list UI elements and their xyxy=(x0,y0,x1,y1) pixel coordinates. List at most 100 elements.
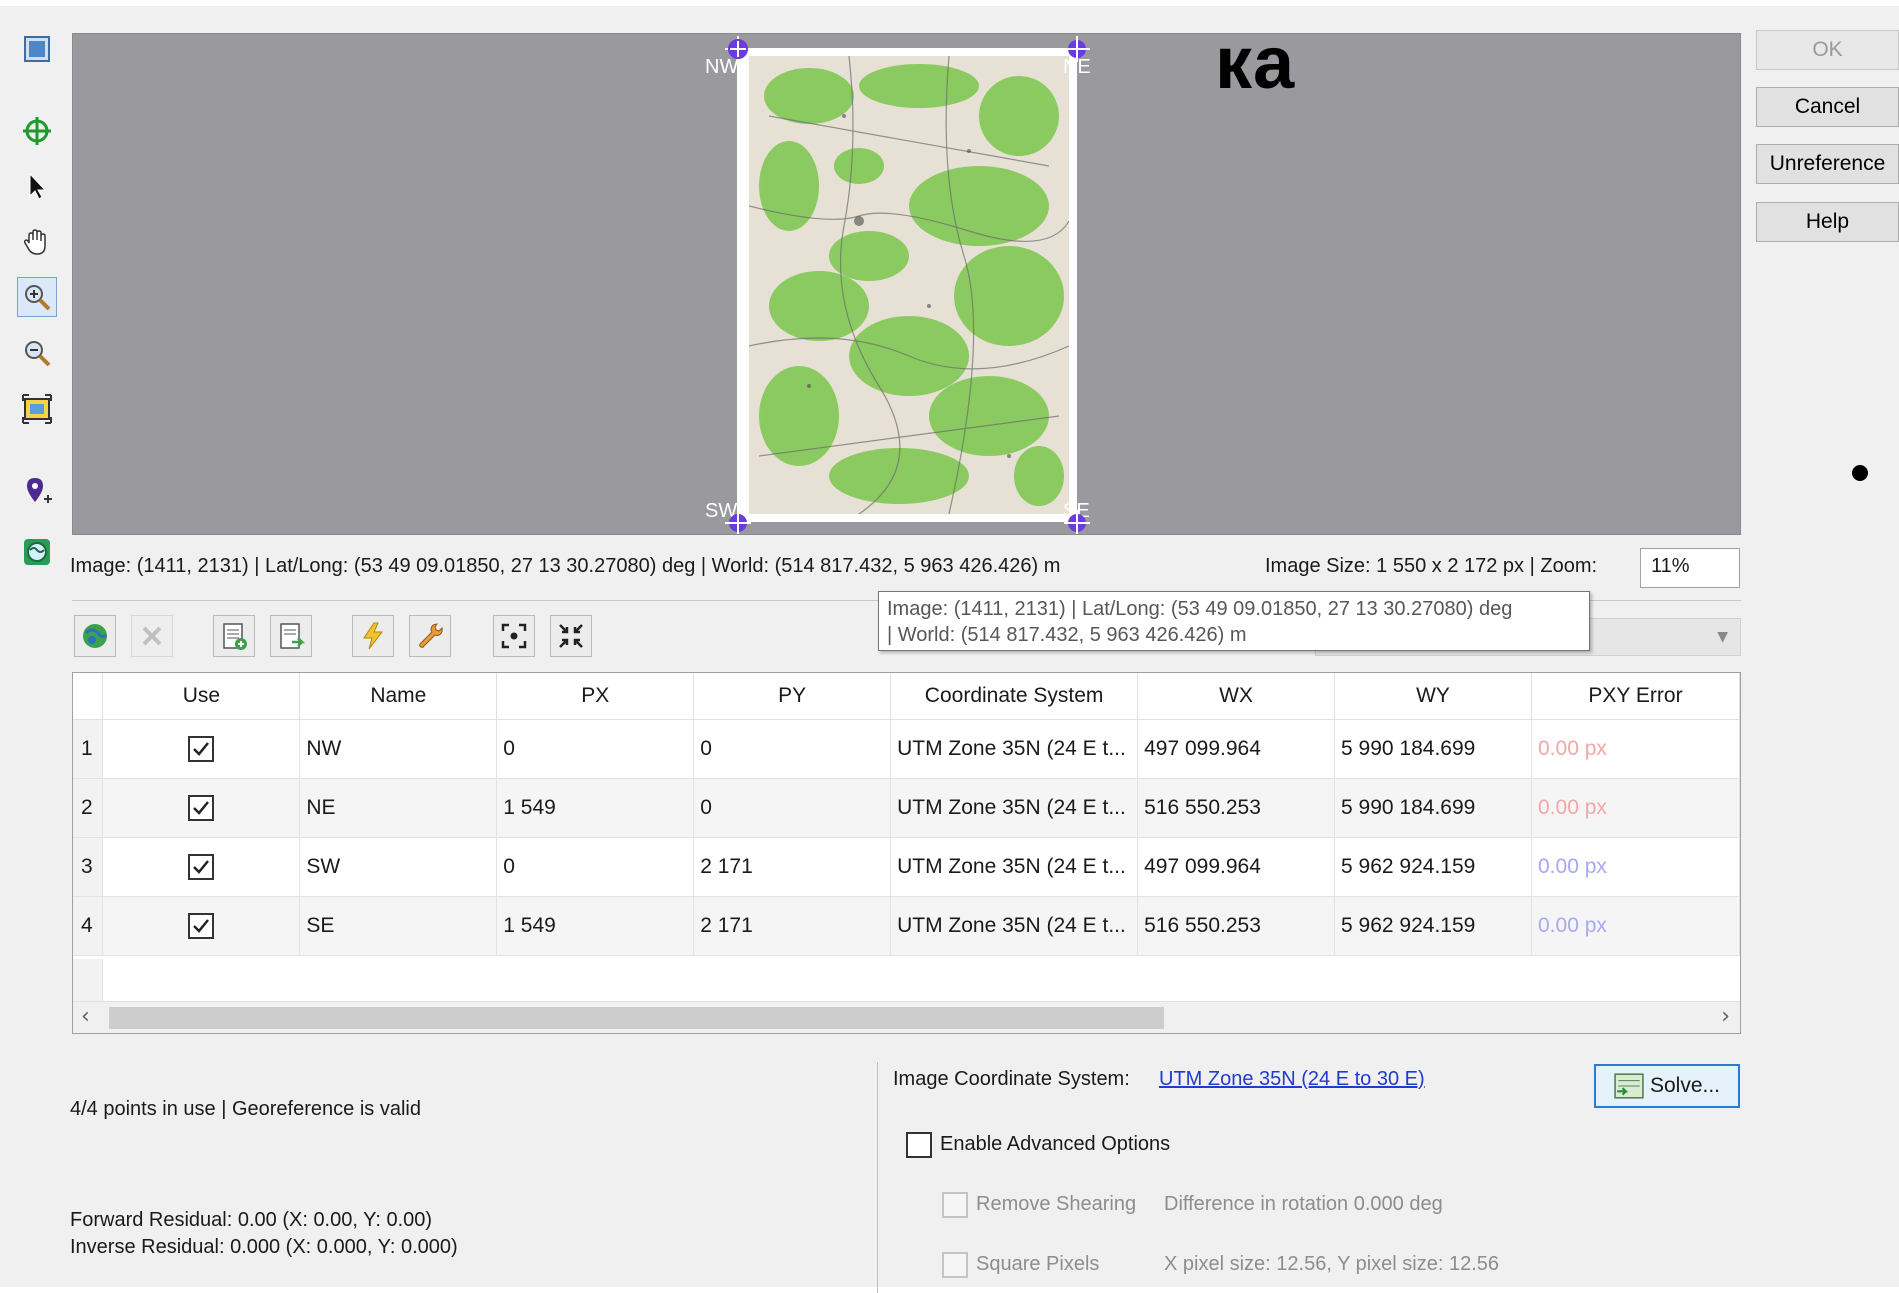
crosshair-icon xyxy=(23,117,51,145)
name-cell[interactable]: SW xyxy=(299,837,498,897)
horizontal-scrollbar[interactable]: ‹ › xyxy=(73,1001,1740,1033)
name-cell[interactable]: NE xyxy=(299,778,498,838)
wx-cell[interactable]: 497 099.964 xyxy=(1137,719,1336,779)
nw-control-point-marker[interactable] xyxy=(723,34,753,64)
coordinate-system-cell[interactable]: UTM Zone 35N (24 E t... xyxy=(890,778,1139,838)
table-row[interactable]: 2 NE 1 549 0 UTM Zone 35N (24 E t... 516… xyxy=(73,778,1740,838)
coordinate-system-column-header[interactable]: Coordinate System xyxy=(890,673,1139,720)
wy-cell[interactable]: 5 990 184.699 xyxy=(1334,719,1532,779)
unreference-button[interactable]: Unreference xyxy=(1756,144,1899,184)
px-cell[interactable]: 0 xyxy=(496,837,695,897)
name-column-header[interactable]: Name xyxy=(299,673,498,720)
py-cell[interactable]: 2 171 xyxy=(693,896,892,956)
control-points-table[interactable]: Use Name PX PY Coordinate System WX WY P… xyxy=(72,672,1741,1034)
table-row[interactable]: 1 NW 0 0 UTM Zone 35N (24 E t... 497 099… xyxy=(73,719,1740,779)
scanned-map-image xyxy=(737,48,1077,522)
export-points-button[interactable] xyxy=(270,615,312,657)
zoom-out-tool[interactable] xyxy=(17,333,57,373)
wx-column-header[interactable]: WX xyxy=(1137,673,1336,720)
use-checkbox[interactable] xyxy=(187,794,214,821)
forward-residual-text: Forward Residual: 0.00 (X: 0.00, Y: 0.00… xyxy=(70,1209,433,1231)
py-cell[interactable]: 0 xyxy=(693,778,892,838)
row-number: 1 xyxy=(73,719,104,779)
table-row[interactable]: 3 SW 0 2 171 UTM Zone 35N (24 E t... 497… xyxy=(73,837,1740,897)
auto-calculate-button[interactable] xyxy=(352,615,394,657)
pointer-tool[interactable] xyxy=(17,166,57,206)
px-cell[interactable]: 0 xyxy=(496,719,695,779)
remove-shearing-checkbox[interactable] xyxy=(942,1192,968,1218)
scroll-right-icon[interactable]: › xyxy=(1721,1004,1730,1029)
square-icon xyxy=(24,36,50,62)
wy-cell[interactable]: 5 990 184.699 xyxy=(1334,778,1532,838)
name-cell[interactable]: SE xyxy=(299,896,498,956)
placemark-plus-icon xyxy=(27,478,52,503)
delete-point-button[interactable] xyxy=(131,615,173,657)
zoom-extent-icon xyxy=(22,394,52,424)
zoom-extent-tool[interactable] xyxy=(17,389,57,429)
wy-cell[interactable]: 5 962 924.159 xyxy=(1334,837,1532,897)
py-cell[interactable]: 2 171 xyxy=(693,837,892,897)
px-cell[interactable]: 1 549 xyxy=(496,896,695,956)
py-column-header[interactable]: PY xyxy=(693,673,892,720)
import-points-button[interactable] xyxy=(213,615,255,657)
zoom-in-icon xyxy=(25,285,51,311)
add-point-tool[interactable] xyxy=(17,111,57,151)
ne-control-point-marker[interactable] xyxy=(1062,34,1092,64)
use-column-header[interactable]: Use xyxy=(102,673,301,720)
row-number: 3 xyxy=(73,837,104,897)
coordinate-system-cell[interactable]: UTM Zone 35N (24 E t... xyxy=(890,896,1139,956)
square-pixels-label: Square Pixels xyxy=(976,1253,1100,1275)
pxy-error-cell: 0.00 px xyxy=(1531,719,1740,779)
cancel-button[interactable]: Cancel xyxy=(1756,87,1899,127)
help-button[interactable]: Help xyxy=(1756,202,1899,242)
zoom-in-tool[interactable] xyxy=(17,277,57,317)
enable-advanced-options-checkbox[interactable] xyxy=(906,1132,932,1158)
solve-button[interactable]: Solve... xyxy=(1594,1064,1740,1108)
wy-cell[interactable]: 5 962 924.159 xyxy=(1334,896,1532,956)
use-checkbox[interactable] xyxy=(187,912,214,939)
use-checkbox[interactable] xyxy=(187,853,214,880)
zoom-field[interactable]: 11% xyxy=(1640,548,1740,588)
add-from-map-button[interactable] xyxy=(74,615,116,657)
image-size-label: Image Size: 1 550 x 2 172 px | Zoom: xyxy=(1265,555,1598,577)
edit-point-button[interactable] xyxy=(409,615,451,657)
square-pixels-checkbox[interactable] xyxy=(942,1252,968,1278)
se-control-point-marker[interactable] xyxy=(1062,508,1092,535)
chevron-down-icon: ▼ xyxy=(1717,629,1728,645)
px-cell[interactable]: 1 549 xyxy=(496,778,695,838)
center-on-point-button[interactable] xyxy=(493,615,535,657)
ok-button[interactable]: OK xyxy=(1756,30,1899,70)
pan-tool[interactable] xyxy=(17,222,57,262)
globe-tool[interactable] xyxy=(17,532,57,572)
fit-points-button[interactable] xyxy=(550,615,592,657)
use-cell xyxy=(102,719,301,779)
sw-control-point-marker[interactable] xyxy=(723,508,753,535)
solve-icon xyxy=(1614,1073,1644,1099)
use-checkbox[interactable] xyxy=(187,735,214,762)
points-status-text: 4/4 points in use | Georeference is vali… xyxy=(70,1098,421,1120)
wy-column-header[interactable]: WY xyxy=(1334,673,1532,720)
pxy-error-column-header[interactable]: PXY Error xyxy=(1531,673,1740,720)
wrench-icon xyxy=(419,623,443,648)
rotation-difference-text: Difference in rotation 0.000 deg xyxy=(1164,1193,1443,1215)
name-cell[interactable]: NW xyxy=(299,719,498,779)
map-preview[interactable]: NW NE SW SE xyxy=(72,33,1741,535)
remove-shearing-label: Remove Shearing xyxy=(976,1193,1137,1215)
image-coordinate-system-link[interactable]: UTM Zone 35N (24 E to 30 E) xyxy=(1159,1068,1425,1091)
lightning-icon xyxy=(363,622,384,650)
table-row[interactable]: 4 SE 1 549 2 171 UTM Zone 35N (24 E t...… xyxy=(73,896,1740,956)
scroll-left-icon[interactable]: ‹ xyxy=(81,1004,90,1029)
bullet-dot xyxy=(1852,465,1868,481)
pxy-error-cell: 0.00 px xyxy=(1531,896,1740,956)
wx-cell[interactable]: 497 099.964 xyxy=(1137,837,1336,897)
px-column-header[interactable]: PX xyxy=(496,673,695,720)
coordinate-system-cell[interactable]: UTM Zone 35N (24 E t... xyxy=(890,837,1139,897)
py-cell[interactable]: 0 xyxy=(693,719,892,779)
add-placemark-tool[interactable] xyxy=(17,471,57,511)
solve-button-label: Solve... xyxy=(1649,1074,1721,1097)
scrollbar-thumb[interactable] xyxy=(109,1007,1164,1029)
wx-cell[interactable]: 516 550.253 xyxy=(1137,896,1336,956)
wx-cell[interactable]: 516 550.253 xyxy=(1137,778,1336,838)
select-region-tool[interactable] xyxy=(17,29,57,69)
coordinate-system-cell[interactable]: UTM Zone 35N (24 E t... xyxy=(890,719,1139,779)
